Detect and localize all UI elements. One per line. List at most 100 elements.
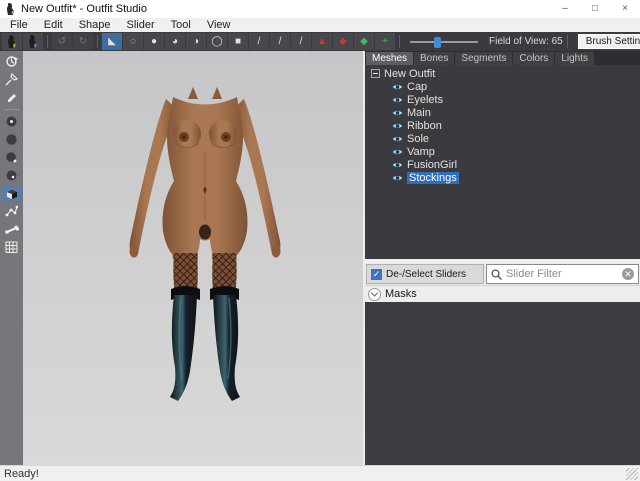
search-icon	[491, 269, 502, 280]
character-model[interactable]	[120, 83, 290, 403]
pin-tool-icon[interactable]	[2, 71, 21, 88]
tree-item-label[interactable]: FusionGirl	[407, 159, 457, 171]
tree-item-main[interactable]: Main	[365, 106, 640, 119]
mask-brush-icon[interactable]: ◌	[123, 33, 143, 50]
visibility-eye-icon[interactable]	[392, 96, 403, 104]
menu-bar: File Edit Shape Slider Tool View	[0, 18, 640, 32]
deselect-sliders-button[interactable]: ✓ De-/Select Sliders	[366, 264, 484, 284]
slider-filter-box[interactable]: ✕	[486, 264, 639, 284]
tab-colors[interactable]: Colors	[513, 52, 554, 65]
grid-tool-icon[interactable]	[2, 239, 21, 256]
field-decrease-icon[interactable]: ◆	[333, 33, 353, 50]
masks-section-header[interactable]: Masks	[365, 285, 640, 302]
close-button[interactable]: ×	[610, 0, 640, 18]
outfit-studio-window: New Outfit* - Outfit Studio – □ × File E…	[0, 0, 640, 481]
tree-item-eyelets[interactable]: Eyelets	[365, 93, 640, 106]
field-increase-icon[interactable]: ◆	[354, 33, 374, 50]
tree-item-vamp[interactable]: Vamp	[365, 145, 640, 158]
field-of-view-slider[interactable]	[410, 41, 478, 43]
inflate-brush-icon[interactable]: ●	[144, 33, 164, 50]
tree-item-label[interactable]: Cap	[407, 81, 427, 93]
vertex-edit-tool-icon[interactable]	[2, 203, 21, 220]
maximize-button[interactable]: □	[580, 0, 610, 18]
tree-item-label[interactable]: Vamp	[407, 146, 435, 158]
main-area: Meshes Bones Segments Colors Lights New …	[0, 51, 640, 465]
bone-tool-icon[interactable]	[2, 221, 21, 238]
tab-lights[interactable]: Lights	[555, 52, 594, 65]
left-toolbar	[0, 51, 23, 465]
pencil-tool-icon[interactable]	[2, 89, 21, 106]
tree-item-label[interactable]: Eyelets	[407, 94, 443, 106]
tab-bones[interactable]: Bones	[414, 52, 454, 65]
collapse-icon[interactable]	[371, 69, 380, 78]
visibility-eye-icon[interactable]	[392, 122, 403, 130]
viewport-3d[interactable]	[23, 51, 363, 465]
tree-item-ribbon[interactable]: Ribbon	[365, 119, 640, 132]
load-outfit-icon[interactable]	[2, 33, 22, 50]
tree-item-fusiongirl[interactable]: FusionGirl	[365, 158, 640, 171]
select-brush-icon[interactable]: ◣	[102, 33, 122, 50]
undo-icon[interactable]: ↺	[52, 33, 72, 50]
move-brush-icon[interactable]: ◯	[207, 33, 227, 50]
menu-view[interactable]: View	[199, 18, 239, 32]
status-text: Ready!	[4, 468, 39, 480]
tree-root-row[interactable]: New Outfit	[365, 67, 640, 80]
visibility-eye-icon[interactable]	[392, 174, 403, 182]
load-reference-icon[interactable]	[23, 33, 43, 50]
tab-segments[interactable]: Segments	[455, 52, 512, 65]
eraser-brush-icon[interactable]: ■	[228, 33, 248, 50]
tree-item-stockings[interactable]: Stockings	[365, 171, 640, 184]
brush-settings-button[interactable]: Brush Settings	[578, 34, 640, 49]
right-panel: Meshes Bones Segments Colors Lights New …	[363, 51, 640, 465]
visibility-eye-icon[interactable]	[392, 109, 403, 117]
tab-meshes[interactable]: Meshes	[366, 52, 413, 65]
title-bar: New Outfit* - Outfit Studio – □ ×	[0, 0, 640, 18]
collision-brush-icon[interactable]: ▲	[312, 33, 332, 50]
weight-brush-icon[interactable]: /	[249, 33, 269, 50]
tree-item-label-selected[interactable]: Stockings	[407, 172, 459, 184]
window-title: New Outfit* - Outfit Studio	[21, 3, 147, 15]
main-toolbar: ↺ ↻ ◣ ◌ ● ◕ ◑ ◯ ■ / / / ▲ ◆ ◆ + Field of…	[0, 32, 640, 51]
menu-slider[interactable]: Slider	[119, 18, 163, 32]
tree-item-cap[interactable]: Cap	[365, 80, 640, 93]
cube-transform-tool-icon[interactable]	[2, 185, 21, 202]
field-of-view-label: Field of View: 65	[489, 36, 563, 47]
menu-shape[interactable]: Shape	[71, 18, 119, 32]
visibility-eye-icon[interactable]	[392, 135, 403, 143]
visibility-eye-icon[interactable]	[392, 161, 403, 169]
clear-filter-icon[interactable]: ✕	[622, 268, 634, 280]
tree-item-label[interactable]: Ribbon	[407, 120, 442, 132]
toolbar-separator	[567, 35, 568, 48]
visibility-eye-icon[interactable]	[392, 83, 403, 91]
slider-handle[interactable]	[434, 37, 441, 48]
pose-tool-icon[interactable]: +	[375, 33, 395, 50]
circle-center-dot-brush-icon[interactable]	[2, 167, 21, 184]
history-tool-icon[interactable]	[2, 53, 21, 70]
tree-root-label[interactable]: New Outfit	[384, 68, 435, 80]
mesh-tree: New Outfit Cap Eyelets Main Ribbon	[365, 65, 640, 259]
left-toolbar-separator	[3, 109, 20, 110]
menu-tool[interactable]: Tool	[163, 18, 199, 32]
tree-item-label[interactable]: Main	[407, 107, 431, 119]
visibility-eye-icon[interactable]	[392, 148, 403, 156]
color-brush-icon[interactable]: /	[270, 33, 290, 50]
smooth-brush-icon[interactable]: ◑	[186, 33, 206, 50]
sliders-empty-area	[365, 302, 640, 465]
menu-file[interactable]: File	[2, 18, 36, 32]
toolbar-separator	[399, 35, 400, 48]
tree-item-sole[interactable]: Sole	[365, 132, 640, 145]
circle-offset-dot-brush-icon[interactable]	[2, 149, 21, 166]
tree-item-label[interactable]: Sole	[407, 133, 429, 145]
menu-edit[interactable]: Edit	[36, 18, 71, 32]
minimize-button[interactable]: –	[550, 0, 580, 18]
toolbar-separator	[47, 35, 48, 48]
circle-dot-brush-icon[interactable]	[2, 113, 21, 130]
redo-icon[interactable]: ↻	[73, 33, 93, 50]
checkbox-checked-icon[interactable]: ✓	[371, 269, 382, 280]
resize-grip-icon[interactable]	[626, 468, 638, 480]
slider-filter-input[interactable]	[506, 268, 618, 280]
alpha-brush-icon[interactable]: /	[291, 33, 311, 50]
filled-circle-brush-icon[interactable]	[2, 131, 21, 148]
chevron-down-icon[interactable]	[368, 288, 381, 301]
deflate-brush-icon[interactable]: ◕	[165, 33, 185, 50]
